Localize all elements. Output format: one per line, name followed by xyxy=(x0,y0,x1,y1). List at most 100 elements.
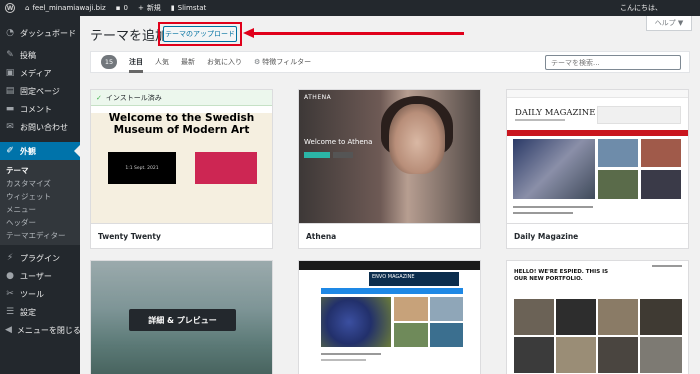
sidebar-item-settings[interactable]: ☰ 設定 xyxy=(0,303,80,321)
slimstat-link[interactable]: ▮ Slimstat xyxy=(166,0,211,16)
feature-filter-button[interactable]: ⚙ 特徴フィルター xyxy=(254,51,311,73)
sidebar-item-appearance[interactable]: ✐ 外観 xyxy=(0,142,80,160)
installed-notice: ✓ インストール済み xyxy=(91,90,272,106)
theme-screenshot: ✓ インストール済み Welcome to the Swedish Museum … xyxy=(91,90,272,225)
screenshot-image xyxy=(598,170,638,199)
tab-popular[interactable]: 人気 xyxy=(155,51,169,73)
mail-icon: ✉ xyxy=(6,122,14,132)
theme-screenshot: DAILY MAGAZINE xyxy=(507,90,688,225)
site-name-link[interactable]: ⌂ feel_minamiawaji.biz xyxy=(20,0,111,16)
check-icon: ✓ xyxy=(96,93,102,102)
tab-favorites[interactable]: お気に入り xyxy=(207,51,242,73)
screenshot-image xyxy=(556,299,596,335)
screenshot-text-line xyxy=(513,206,593,208)
theme-card-athena[interactable]: ATHENA Welcome to Athena Athena xyxy=(298,89,481,249)
screenshot-nav xyxy=(321,288,463,294)
screenshot-image xyxy=(514,299,554,335)
details-preview-button[interactable]: 詳細 & プレビュー xyxy=(129,309,236,331)
collapse-icon: ◀ xyxy=(5,325,12,335)
theme-screenshot: ATHENA Welcome to Athena xyxy=(299,90,480,225)
tab-featured[interactable]: 注目 xyxy=(129,51,143,73)
screenshot-image xyxy=(640,337,682,373)
screenshot-masthead: DAILY MAGAZINE xyxy=(515,108,596,118)
theme-card-espied[interactable]: HELLO! WE'RE ESPIED. THIS IS OUR NEW POR… xyxy=(506,260,689,374)
screenshot-nav xyxy=(507,130,688,136)
screenshot-button-secondary xyxy=(333,152,353,158)
screenshot-portrait xyxy=(389,104,445,174)
sidebar-item-contact[interactable]: ✉ お問い合わせ xyxy=(0,118,80,136)
wrench-icon: ✂ xyxy=(6,289,14,299)
theme-card-envo-magazine[interactable]: ENVO MAGAZINE xyxy=(298,260,481,374)
comment-icon: ▪ xyxy=(115,4,121,12)
screenshot-nav xyxy=(652,265,682,267)
theme-name: Athena xyxy=(299,223,480,248)
theme-filter-bar: 15 注目 人気 最新 お気に入り ⚙ 特徴フィルター xyxy=(90,51,690,73)
appearance-submenu: テーマ カスタマイズ ウィジェット メニュー ヘッダー テーマエディター xyxy=(0,160,80,245)
sidebar-item-users[interactable]: ● ユーザー xyxy=(0,267,80,285)
screenshot-headline: HELLO! WE'RE ESPIED. THIS IS OUR NEW POR… xyxy=(514,269,609,282)
theme-screenshot: 詳細 & プレビュー xyxy=(91,261,272,374)
screenshot-image xyxy=(394,297,428,321)
submenu-themes[interactable]: テーマ xyxy=(0,163,80,176)
submenu-theme-editor[interactable]: テーマエディター xyxy=(0,228,80,241)
screenshot-image xyxy=(556,337,596,373)
theme-card-twenty-twenty[interactable]: ✓ インストール済み Welcome to the Swedish Museum … xyxy=(90,89,273,249)
submenu-widgets[interactable]: ウィジェット xyxy=(0,189,80,202)
pin-icon: ✎ xyxy=(6,50,14,60)
screenshot-image-block xyxy=(195,152,257,184)
theme-name: Twenty Twenty xyxy=(91,223,272,248)
account-menu[interactable]: こんにちは、 xyxy=(615,0,700,16)
submenu-header[interactable]: ヘッダー xyxy=(0,215,80,228)
upload-theme-button[interactable]: テーマのアップロード xyxy=(163,26,237,42)
comment-icon: ▬ xyxy=(5,104,15,114)
help-tab-button[interactable]: ヘルプ ▼ xyxy=(646,16,692,31)
plugin-icon: ⚡ xyxy=(6,253,14,263)
screenshot-image xyxy=(641,139,681,167)
sidebar-item-dashboard[interactable]: ◔ ダッシュボード xyxy=(0,24,80,42)
theme-card-daily-magazine[interactable]: DAILY MAGAZINE Daily Magazine xyxy=(506,89,689,249)
gear-icon: ⚙ xyxy=(254,58,261,66)
screenshot-headline: Welcome to the Swedish Museum of Modern … xyxy=(108,112,255,136)
sidebar-item-media[interactable]: ▣ メディア xyxy=(0,64,80,82)
screenshot-button xyxy=(304,152,330,158)
brush-icon: ✐ xyxy=(6,146,14,156)
sidebar-item-tools[interactable]: ✂ ツール xyxy=(0,285,80,303)
screenshot-logo: ENVO MAGAZINE xyxy=(369,272,459,286)
screenshot-topbar xyxy=(299,261,480,270)
sidebar-item-pages[interactable]: ▤ 固定ページ xyxy=(0,82,80,100)
main-content: テーマを追加 テーマのアップロード ヘルプ ▼ 15 注目 人気 最新 お気に入… xyxy=(80,16,700,374)
screenshot-image xyxy=(513,139,595,199)
theme-search-input[interactable] xyxy=(545,55,681,70)
home-icon: ⌂ xyxy=(25,4,30,12)
submenu-customize[interactable]: カスタマイズ xyxy=(0,176,80,189)
theme-count-badge: 15 xyxy=(101,55,117,69)
theme-screenshot: ENVO MAGAZINE xyxy=(299,261,480,374)
sidebar-item-plugins[interactable]: ⚡ プラグイン xyxy=(0,249,80,267)
plus-icon: + xyxy=(137,4,144,12)
screenshot-image xyxy=(640,299,682,335)
tab-latest[interactable]: 最新 xyxy=(181,51,195,73)
theme-card-hovered[interactable]: 詳細 & プレビュー xyxy=(90,260,273,374)
screenshot-image xyxy=(321,297,391,347)
screenshot-image xyxy=(430,323,463,347)
screenshot-image xyxy=(598,337,638,373)
screenshot-image xyxy=(514,337,554,373)
screenshot-ad xyxy=(597,106,681,124)
screenshot-topbar xyxy=(507,90,688,98)
sidebar-item-posts[interactable]: ✎ 投稿 xyxy=(0,46,80,64)
screenshot-image xyxy=(598,299,638,335)
sidebar-item-comments[interactable]: ▬ コメント xyxy=(0,100,80,118)
page-icon: ▤ xyxy=(5,86,15,96)
new-content-link[interactable]: + 新規 xyxy=(133,0,166,16)
comments-link[interactable]: ▪ 0 xyxy=(111,0,133,16)
screenshot-image xyxy=(598,139,638,167)
submenu-menus[interactable]: メニュー xyxy=(0,202,80,215)
wordpress-logo[interactable]: W xyxy=(0,0,20,16)
user-icon: ● xyxy=(6,271,14,281)
screenshot-image xyxy=(394,323,428,347)
annotation-arrow-line xyxy=(252,32,464,35)
admin-sidebar: ◔ ダッシュボード ✎ 投稿 ▣ メディア ▤ 固定ページ ▬ コメント ✉ お問い合わせ … xyxy=(0,16,81,374)
wordpress-icon: W xyxy=(5,3,15,13)
chart-icon: ▮ xyxy=(170,4,175,12)
sidebar-item-collapse[interactable]: ◀ メニューを閉じる xyxy=(0,321,81,339)
